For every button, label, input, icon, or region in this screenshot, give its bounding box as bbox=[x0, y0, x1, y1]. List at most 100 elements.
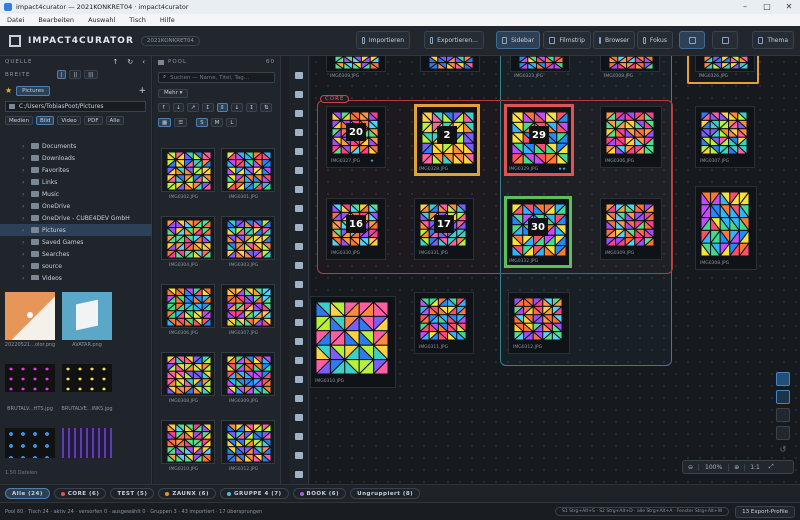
sort-asc-icon[interactable]: ↑ bbox=[158, 103, 170, 112]
panel-split-button[interactable] bbox=[712, 31, 738, 49]
pin-icon[interactable] bbox=[295, 452, 303, 459]
chevron-right-icon[interactable]: › bbox=[22, 263, 28, 270]
export-button[interactable]: Exportieren… bbox=[424, 31, 484, 49]
pin-icon[interactable]: ↑ bbox=[112, 58, 119, 66]
history-icon[interactable] bbox=[295, 414, 303, 421]
cursor-icon[interactable] bbox=[295, 72, 303, 79]
cancel-icon[interactable] bbox=[295, 471, 303, 478]
tag-filter[interactable]: Alle (24) bbox=[5, 488, 50, 499]
size-s-button[interactable]: S bbox=[196, 118, 208, 127]
menu-bearbeiten[interactable]: Bearbeiten bbox=[31, 16, 81, 24]
folder-item[interactable]: › Videos bbox=[0, 272, 152, 280]
folder-item[interactable]: › Documents bbox=[0, 140, 152, 152]
filter-pdf[interactable]: PDF bbox=[83, 116, 103, 125]
menu-hilfe[interactable]: Hilfe bbox=[153, 16, 182, 24]
add-location-icon[interactable]: + bbox=[138, 86, 146, 96]
width-2-button[interactable]: || bbox=[69, 70, 82, 79]
fullscreen-icon[interactable]: ⤢ bbox=[765, 463, 778, 471]
folder-item[interactable]: › Searches bbox=[0, 248, 152, 260]
sort-type-icon[interactable]: ↧ bbox=[245, 103, 258, 112]
distribute-v-icon[interactable] bbox=[295, 338, 303, 345]
hand-icon[interactable] bbox=[295, 91, 303, 98]
expand-icon[interactable] bbox=[295, 376, 303, 383]
close-icon[interactable]: ✕ bbox=[778, 0, 800, 14]
width-1-button[interactable]: | bbox=[56, 70, 67, 79]
folder-item[interactable]: › Favorites bbox=[0, 164, 152, 176]
tag-filter[interactable]: ZAUNX (6) bbox=[158, 488, 216, 499]
sort-alpha-icon[interactable]: ↧ bbox=[201, 103, 214, 112]
undo-icon[interactable]: ↺ bbox=[776, 444, 790, 458]
menu-auswahl[interactable]: Auswahl bbox=[81, 16, 122, 24]
pool-thumb[interactable] bbox=[221, 148, 275, 192]
canvas[interactable]: CORE ↺ ⊖ 100% ⊕ 1:1 ⤢ IMG0309.JPG IMG0323… bbox=[310, 56, 800, 484]
canvas-card[interactable] bbox=[420, 56, 480, 72]
chevron-right-icon[interactable]: › bbox=[22, 215, 28, 222]
file-thumb[interactable] bbox=[5, 364, 55, 392]
zoom-out-icon[interactable]: ⊖ bbox=[683, 464, 698, 471]
zoom-icon[interactable] bbox=[295, 110, 303, 117]
folder-item[interactable]: › Music bbox=[0, 188, 152, 200]
width-3-button[interactable]: ||| bbox=[84, 70, 98, 79]
chevron-right-icon[interactable]: › bbox=[22, 203, 28, 210]
select-tool-button[interactable] bbox=[776, 372, 790, 386]
fit-icon[interactable] bbox=[295, 148, 303, 155]
sort-reverse-icon[interactable]: ⇅ bbox=[260, 103, 272, 112]
sort-date-icon[interactable]: ⇕ bbox=[216, 103, 229, 112]
card-rating[interactable]: ★ bbox=[370, 159, 374, 164]
pool-thumb[interactable] bbox=[161, 420, 215, 464]
import-button[interactable]: Importieren bbox=[356, 31, 410, 49]
pool-thumb[interactable] bbox=[221, 352, 275, 396]
chevron-right-icon[interactable]: › bbox=[22, 167, 28, 174]
refresh-icon[interactable]: ↻ bbox=[127, 58, 134, 66]
list-view-icon[interactable]: ☰ bbox=[174, 118, 188, 127]
group-core-label[interactable]: CORE bbox=[320, 95, 350, 103]
align-right-icon[interactable] bbox=[295, 243, 303, 250]
filter-medien[interactable]: Medien bbox=[5, 116, 34, 125]
chevron-right-icon[interactable]: › bbox=[22, 227, 28, 234]
folder-item[interactable]: › OneDrive - CUBE4DEV GmbH bbox=[0, 212, 152, 224]
card-rating[interactable]: ★★ bbox=[558, 167, 566, 172]
distribute-h-icon[interactable] bbox=[295, 319, 303, 326]
canvas-card[interactable] bbox=[600, 56, 660, 72]
pool-thumb[interactable] bbox=[161, 284, 215, 328]
browser-toggle[interactable]: Browser bbox=[593, 31, 635, 49]
align-top-icon[interactable] bbox=[295, 262, 303, 269]
folder-item[interactable]: › Pictures bbox=[0, 224, 152, 236]
minimize-icon[interactable]: – bbox=[734, 0, 756, 14]
chevron-right-icon[interactable]: › bbox=[22, 143, 28, 150]
canvas-card[interactable] bbox=[695, 186, 757, 270]
pool-thumb[interactable] bbox=[161, 216, 215, 260]
pool-thumb[interactable] bbox=[221, 420, 275, 464]
chevron-right-icon[interactable]: › bbox=[22, 191, 28, 198]
zoom-fit-button[interactable]: 1:1 bbox=[744, 463, 765, 471]
grid-view-icon[interactable]: ▦ bbox=[158, 118, 172, 127]
filter-video[interactable]: Video bbox=[57, 116, 81, 125]
file-thumb[interactable] bbox=[5, 428, 55, 458]
filter-alle[interactable]: Alle bbox=[105, 116, 124, 125]
grid-icon[interactable] bbox=[295, 167, 303, 174]
chevron-right-icon[interactable]: › bbox=[22, 179, 28, 186]
menu-datei[interactable]: Datei bbox=[0, 16, 31, 24]
more-button[interactable]: Mehr ▾ bbox=[158, 88, 189, 98]
layout-grid-button[interactable] bbox=[679, 31, 705, 49]
tag-filter[interactable]: Ungruppiert (8) bbox=[350, 488, 421, 499]
tag-filter[interactable]: BOOK (6) bbox=[292, 488, 347, 499]
menu-tisch[interactable]: Tisch bbox=[122, 16, 153, 24]
image-icon[interactable] bbox=[295, 433, 303, 440]
file-thumb[interactable] bbox=[62, 428, 112, 458]
align-middle-icon[interactable] bbox=[295, 281, 303, 288]
align-left-icon[interactable] bbox=[295, 205, 303, 212]
focus-toggle[interactable]: Fokus bbox=[637, 31, 673, 49]
pool-thumb[interactable] bbox=[161, 148, 215, 192]
chevron-right-icon[interactable]: › bbox=[22, 275, 28, 281]
maximize-icon[interactable]: □ bbox=[756, 0, 778, 14]
sort-size-icon[interactable]: ↓ bbox=[231, 103, 243, 112]
tag-filter[interactable]: GRUPPE 4 (7) bbox=[220, 488, 289, 499]
chevron-right-icon[interactable]: › bbox=[22, 239, 28, 246]
table-icon[interactable] bbox=[295, 357, 303, 364]
canvas-card[interactable] bbox=[326, 56, 386, 72]
size-m-button[interactable]: M bbox=[210, 118, 224, 127]
tag-filter[interactable]: CORE (6) bbox=[53, 488, 107, 499]
sort-desc-icon[interactable]: ↓ bbox=[172, 103, 185, 112]
folder-item[interactable]: › OneDrive bbox=[0, 200, 152, 212]
